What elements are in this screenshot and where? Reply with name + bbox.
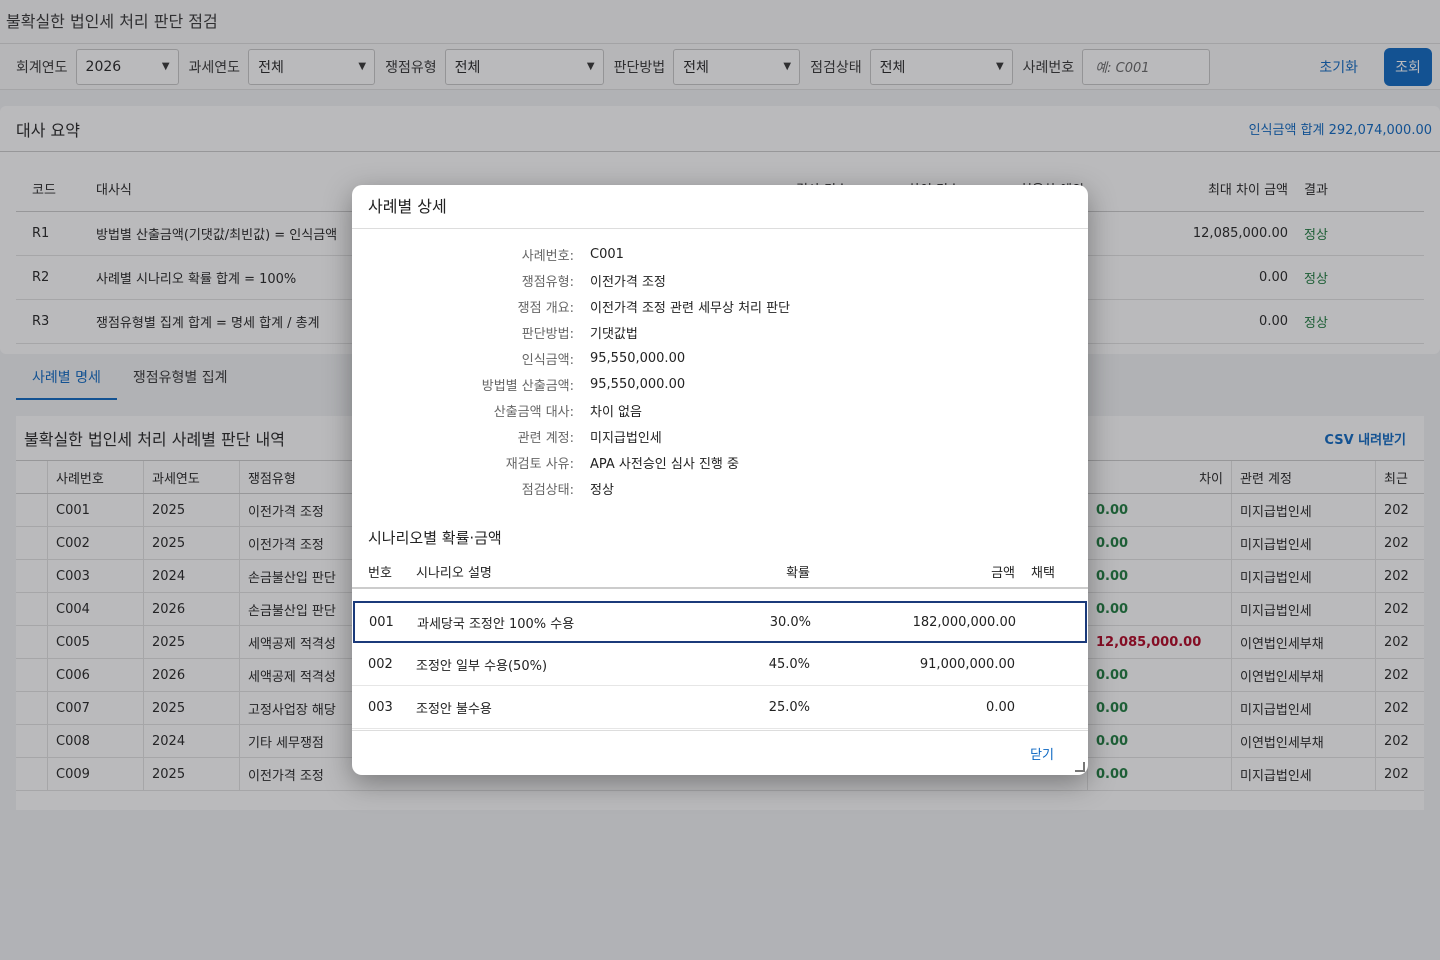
modal-title: 사례별 상세 <box>352 185 1088 229</box>
scenario-no: 001 <box>369 614 394 630</box>
scenario-prob: 30.0% <box>769 614 811 630</box>
scenario-gap <box>352 589 1088 601</box>
scenario-desc: 조정안 불수용 <box>416 701 492 717</box>
scenario-prob: 25.0% <box>768 699 810 715</box>
field-value: C001 <box>590 246 624 262</box>
field-row: 재검토 사유: APA 사전승인 심사 진행 중 <box>352 449 1088 475</box>
field-value: 미지급법인세 <box>590 430 662 446</box>
field-key: 산출금액 대사: <box>493 404 574 420</box>
field-value: 95,550,000.00 <box>590 350 686 366</box>
field-row: 산출금액 대사: 차이 없음 <box>352 397 1088 423</box>
scenario-header: 번호 시나리오 설명 확률 금액 채택 <box>352 555 1088 589</box>
scenario-amount: 91,000,000.00 <box>919 656 1015 672</box>
scenario-table: 번호 시나리오 설명 확률 금액 채택 001 과세당국 조정안 100% 수용… <box>352 555 1088 729</box>
field-value: 이전가격 조정 <box>590 274 666 290</box>
field-key: 쟁점 개요: <box>517 300 574 316</box>
resize-handle-icon[interactable] <box>1075 762 1085 772</box>
field-value: 95,550,000.00 <box>590 376 686 392</box>
close-button[interactable]: 닫기 <box>1030 744 1054 763</box>
field-key: 재검토 사유: <box>505 456 574 472</box>
scenario-col-adopt: 채택 <box>1031 565 1055 581</box>
page: 불확실한 법인세 처리 판단 점검 회계연도 2026 ▼ 과세연도 전체 ▼ … <box>0 0 1440 960</box>
field-row: 관련 계정: 미지급법인세 <box>352 423 1088 449</box>
scenario-no: 002 <box>368 656 393 672</box>
field-value: 기댓값법 <box>590 326 638 342</box>
field-key: 관련 계정: <box>517 430 574 446</box>
field-value: APA 사전승인 심사 진행 중 <box>590 456 739 472</box>
field-row: 점검상태: 정상 <box>352 475 1088 501</box>
field-value: 정상 <box>590 482 614 498</box>
field-key: 방법별 산출금액: <box>481 378 574 394</box>
modal-footer: 닫기 <box>352 730 1088 775</box>
scenario-no: 003 <box>368 699 393 715</box>
field-row: 쟁점유형: 이전가격 조정 <box>352 267 1088 293</box>
scenario-prob: 45.0% <box>768 656 810 672</box>
field-value: 차이 없음 <box>590 404 642 420</box>
case-fields: 사례번호: C001 쟁점유형: 이전가격 조정 쟁점 개요: 이전가격 조정 관련 … <box>352 241 1088 501</box>
scenario-amount: 182,000,000.00 <box>912 614 1016 630</box>
field-key: 사례번호: <box>521 248 574 264</box>
field-value: 이전가격 조정 관련 세무상 처리 판단 <box>590 300 791 316</box>
field-row: 사례번호: C001 <box>352 241 1088 267</box>
field-key: 쟁점유형: <box>521 274 574 290</box>
field-key: 인식금액: <box>521 352 574 368</box>
scenario-row[interactable]: 002 조정안 일부 수용(50%) 45.0% 91,000,000.00 <box>352 643 1088 686</box>
scenario-col-desc: 시나리오 설명 <box>416 565 492 581</box>
field-row: 인식금액: 95,550,000.00 <box>352 345 1088 371</box>
field-row: 방법별 산출금액: 95,550,000.00 <box>352 371 1088 397</box>
scenario-row[interactable]: 003 조정안 불수용 25.0% 0.00 <box>352 686 1088 729</box>
case-detail-modal: 사례별 상세 사례번호: C001 쟁점유형: 이전가격 조정 쟁점 개요: 이전가격… <box>352 185 1088 775</box>
scenario-amount: 0.00 <box>986 699 1015 715</box>
scenario-desc: 과세당국 조정안 100% 수용 <box>417 616 575 632</box>
field-row: 쟁점 개요: 이전가격 조정 관련 세무상 처리 판단 <box>352 293 1088 319</box>
scenario-desc: 조정안 일부 수용(50%) <box>416 658 548 674</box>
scenario-row[interactable]: 001 과세당국 조정안 100% 수용 30.0% 182,000,000.0… <box>353 601 1087 643</box>
field-row: 판단방법: 기댓값법 <box>352 319 1088 345</box>
scenario-col-amount: 금액 <box>991 565 1015 581</box>
scenario-col-no: 번호 <box>368 565 392 581</box>
scenario-title: 시나리오별 확률·금액 <box>368 529 502 547</box>
scenario-col-prob: 확률 <box>786 565 810 581</box>
field-key: 판단방법: <box>521 326 574 342</box>
field-key: 점검상태: <box>521 482 574 498</box>
